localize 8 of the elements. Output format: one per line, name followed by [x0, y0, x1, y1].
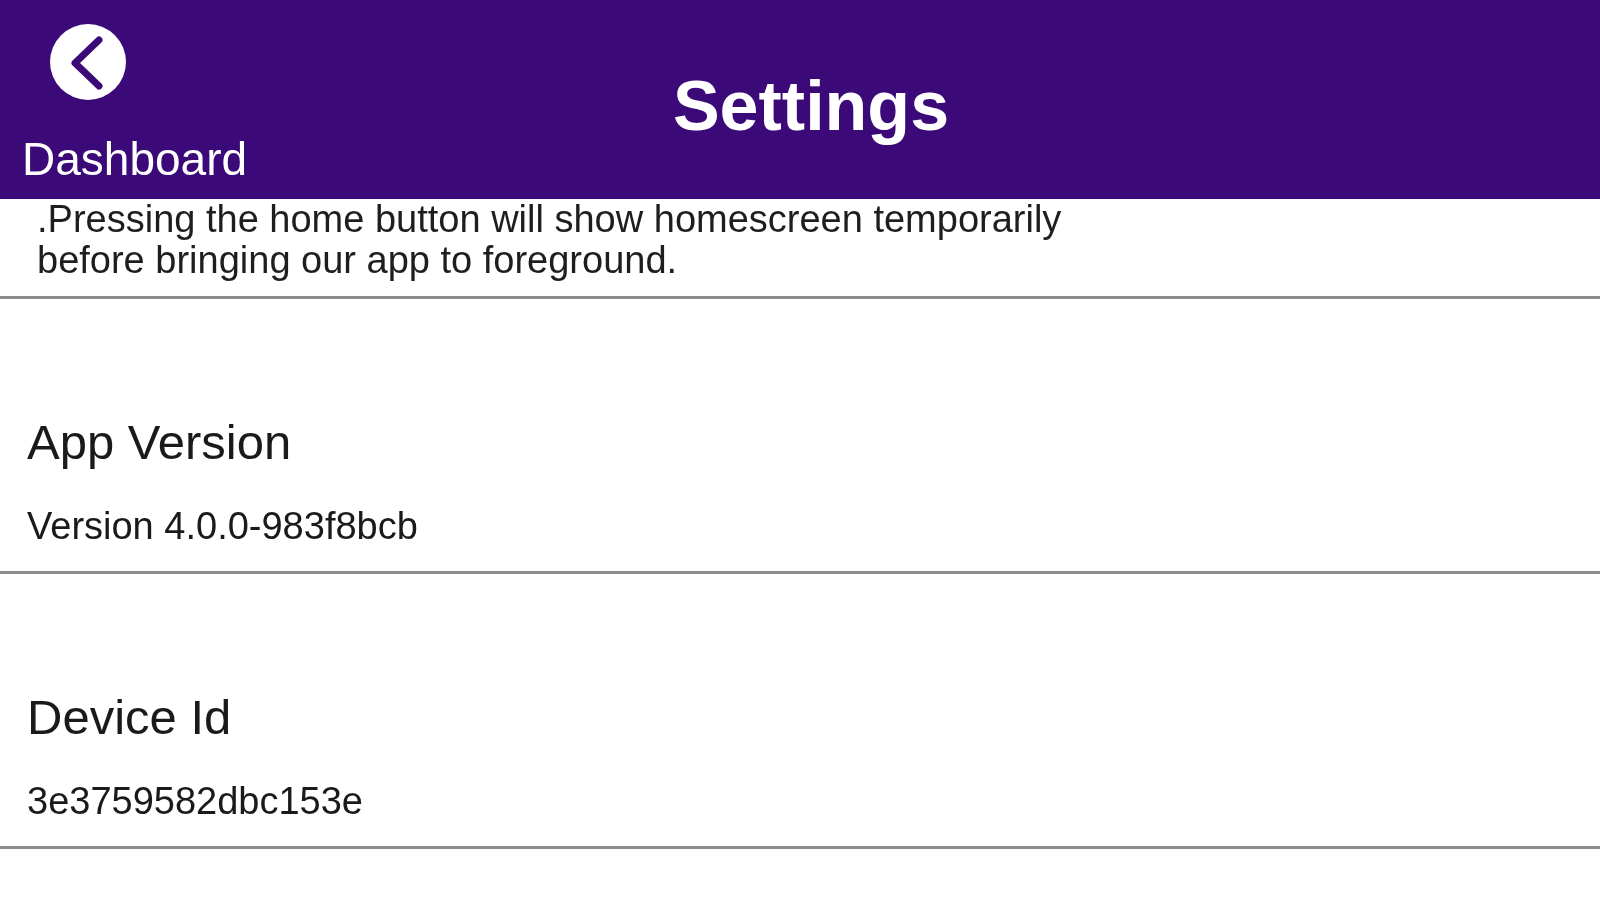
setting-title: App Version — [27, 414, 292, 471]
back-button[interactable]: Dashboard — [22, 24, 248, 185]
setting-value: 3e3759582dbc153e — [27, 779, 363, 824]
setting-title: Device Id — [27, 689, 232, 746]
setting-value: Version 4.0.0-983f8bcb — [27, 504, 418, 549]
notice-text: .Pressing the home button will show homescreen temporarily before bringing our app to foreground. — [37, 199, 1063, 281]
page-title: Settings — [672, 68, 950, 145]
back-chevron-icon — [50, 24, 126, 100]
